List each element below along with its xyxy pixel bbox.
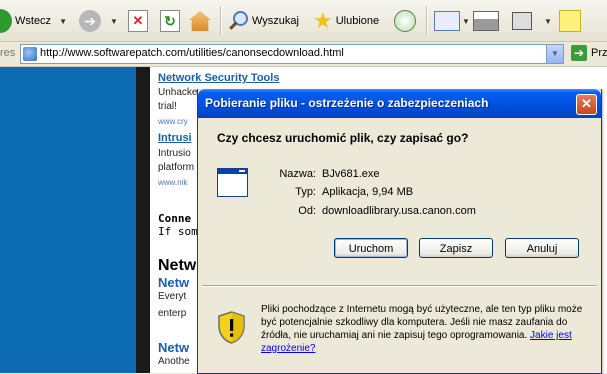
note-icon (559, 10, 581, 32)
type-label: Typ: (295, 186, 316, 198)
star-icon: ★ (313, 8, 333, 33)
page-text: trial! (158, 101, 177, 112)
address-bar: res http://www.softwarepatch.com/utiliti… (0, 42, 607, 67)
page-subheading[interactable]: Netw (158, 275, 189, 290)
back-arrow-icon (0, 9, 12, 33)
favorites-button[interactable]: ★ Ulubione (313, 7, 379, 35)
page-text: Everyt (158, 291, 187, 302)
back-label: Wstecz (15, 15, 52, 27)
back-button[interactable]: Wstecz ▼ (0, 7, 67, 35)
forward-arrow-icon: ➔ (79, 10, 101, 32)
page-url[interactable]: www.nik (158, 178, 187, 187)
save-button[interactable]: Zapisz (419, 238, 493, 258)
page-heading: Netw (158, 257, 197, 274)
print-button[interactable] (473, 7, 499, 35)
page-text: Conne (158, 212, 192, 225)
page-text: enterp (158, 308, 187, 319)
link-network-security-tools[interactable]: Network Security Tools (158, 72, 279, 84)
mail-button[interactable]: ▼ (434, 7, 470, 35)
search-icon (229, 11, 249, 31)
warning-message: Pliki pochodzące z Internetu mogą być uż… (261, 303, 591, 355)
page-text: platform (158, 162, 195, 173)
close-icon[interactable]: ✕ (576, 94, 597, 115)
page-icon (23, 47, 37, 61)
refresh-icon: ↻ (160, 10, 180, 32)
favorites-label: Ulubione (335, 15, 380, 27)
printer-icon (473, 11, 499, 31)
dialog-title: Pobieranie pliku - ostrzeżenie o zabezpi… (205, 96, 489, 110)
name-value: BJv681.exe (322, 168, 380, 180)
edit-dropdown-icon[interactable]: ▼ (544, 17, 552, 26)
mail-dropdown-icon[interactable]: ▼ (462, 17, 470, 26)
address-url: http://www.softwarepatch.com/utilities/c… (40, 47, 344, 59)
page-text: Unhacke (158, 87, 198, 98)
mail-icon (434, 11, 460, 31)
back-dropdown-icon[interactable]: ▼ (59, 17, 67, 26)
history-button[interactable] (394, 7, 416, 35)
go-icon[interactable]: ➔ (571, 45, 587, 61)
search-button[interactable]: Wyszukaj (229, 7, 299, 35)
page-left-panel (0, 67, 136, 373)
forward-button[interactable]: ➔ ▼ (79, 7, 118, 35)
discuss-button[interactable] (559, 7, 581, 35)
name-label: Nazwa: (279, 168, 316, 180)
search-label: Wyszukaj (252, 15, 299, 27)
address-dropdown-icon[interactable]: ▼ (546, 45, 563, 63)
home-button[interactable] (189, 7, 211, 35)
page-text: Anothe (158, 356, 190, 367)
go-label[interactable]: Przejdź (591, 47, 607, 59)
browser-toolbar: Wstecz ▼ ➔ ▼ ✕ ↻ Wyszukaj ★ Ulubione ▼ ▼ (0, 0, 607, 42)
home-icon (189, 11, 211, 31)
page-divider-bar (136, 67, 150, 373)
page-url[interactable]: www.cry (158, 117, 188, 126)
warning-shield-icon (218, 311, 245, 344)
edit-button[interactable]: ▼ (512, 7, 552, 35)
edit-icon (512, 12, 532, 30)
address-input[interactable]: http://www.softwarepatch.com/utilities/c… (20, 44, 564, 64)
dialog-question: Czy chcesz uruchomić plik, czy zapisać g… (217, 131, 469, 145)
refresh-button[interactable]: ↻ (160, 7, 180, 35)
dialog-titlebar[interactable]: Pobieranie pliku - ostrzeżenie o zabezpi… (198, 89, 601, 118)
download-warning-dialog: Pobieranie pliku - ostrzeżenie o zabezpi… (197, 89, 602, 374)
forward-dropdown-icon[interactable]: ▼ (110, 17, 118, 26)
cancel-button[interactable]: Anuluj (505, 238, 579, 258)
stop-icon: ✕ (128, 10, 148, 32)
page-text: If som (158, 225, 198, 238)
stop-button[interactable]: ✕ (128, 7, 148, 35)
history-icon (394, 10, 416, 32)
link-intrusion[interactable]: Intrusi (158, 132, 192, 144)
dialog-divider (202, 285, 597, 287)
from-label: Od: (298, 205, 316, 217)
page-subheading[interactable]: Netw (158, 340, 189, 355)
run-button[interactable]: Uruchom (334, 238, 408, 258)
address-label: res (0, 47, 16, 59)
from-value: downloadlibrary.usa.canon.com (322, 205, 476, 217)
page-text: Intrusio (158, 148, 191, 159)
type-value: Aplikacja, 9,94 MB (322, 186, 414, 198)
